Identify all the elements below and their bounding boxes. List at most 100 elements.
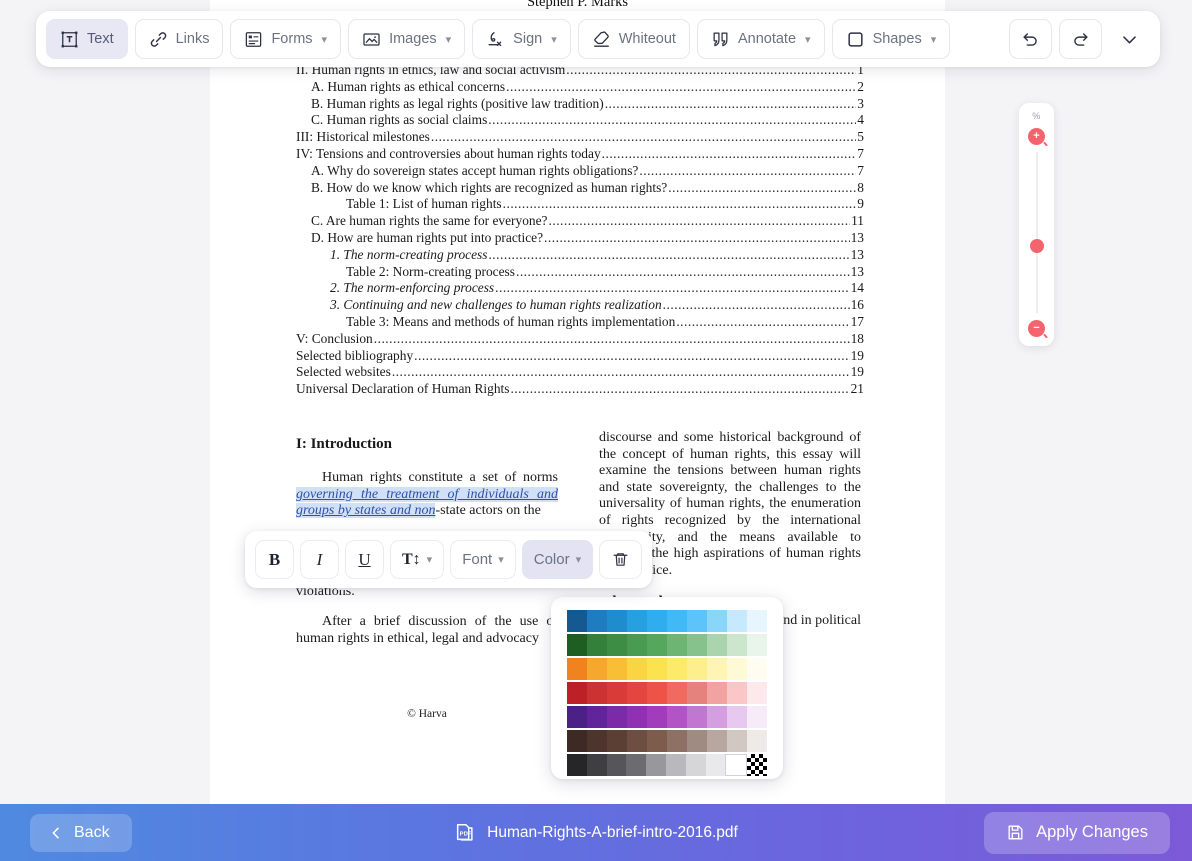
bold-button[interactable]: B — [255, 540, 294, 579]
color-swatch[interactable] — [707, 634, 727, 656]
color-swatch[interactable] — [567, 634, 587, 656]
color-swatch[interactable] — [687, 682, 707, 704]
color-swatch[interactable] — [747, 658, 767, 680]
color-swatch[interactable] — [587, 706, 607, 728]
color-swatch[interactable] — [567, 730, 587, 752]
color-swatch[interactable] — [647, 658, 667, 680]
apply-changes-button[interactable]: Apply Changes — [984, 812, 1170, 854]
color-swatch[interactable] — [627, 706, 647, 728]
color-swatch[interactable] — [646, 754, 666, 776]
delete-button[interactable] — [599, 540, 642, 579]
font-size-button[interactable]: T↕ ▾ — [390, 540, 444, 579]
color-swatch[interactable] — [667, 730, 687, 752]
color-swatch[interactable] — [647, 634, 667, 656]
color-swatch[interactable] — [687, 730, 707, 752]
toc-entry[interactable]: B. How do we know which rights are recog… — [296, 180, 864, 197]
color-swatch[interactable] — [727, 730, 747, 752]
color-swatch[interactable] — [627, 658, 647, 680]
paragraph-with-selection[interactable]: Human rights constitute a set of norms g… — [296, 470, 558, 520]
color-swatch[interactable] — [607, 634, 627, 656]
color-swatch[interactable] — [687, 706, 707, 728]
color-swatch[interactable] — [687, 610, 707, 632]
color-swatch[interactable] — [666, 754, 686, 776]
toc-entry[interactable]: 2. The norm-enforcing process...........… — [296, 280, 864, 297]
toc-entry[interactable]: III: Historical milestones..............… — [296, 129, 864, 146]
color-swatch[interactable] — [667, 706, 687, 728]
color-swatch[interactable] — [567, 682, 587, 704]
paragraph-3[interactable]: After a brief discussion of the use of h… — [296, 614, 558, 647]
color-swatch[interactable] — [626, 754, 646, 776]
color-swatch[interactable] — [747, 682, 767, 704]
color-swatch[interactable] — [587, 634, 607, 656]
color-swatch[interactable] — [647, 706, 667, 728]
color-swatch[interactable] — [707, 658, 727, 680]
color-swatch[interactable] — [667, 682, 687, 704]
color-swatch[interactable] — [587, 682, 607, 704]
toolbar-button-images[interactable]: Images▾ — [348, 19, 465, 59]
zoom-out-icon[interactable]: − — [1028, 320, 1045, 337]
toc-entry[interactable]: IV: Tensions and controversies about hum… — [296, 146, 864, 163]
color-button[interactable]: Color ▾ — [522, 540, 593, 579]
color-swatch[interactable] — [647, 682, 667, 704]
toolbar-button-shapes[interactable]: Shapes▾ — [832, 19, 951, 59]
toolbar-button-links[interactable]: Links — [135, 19, 224, 59]
color-swatch[interactable] — [567, 658, 587, 680]
color-swatch[interactable] — [727, 658, 747, 680]
toc-entry[interactable]: Selected bibliography...................… — [296, 348, 864, 365]
toc-entry[interactable]: C. Are human rights the same for everyon… — [296, 213, 864, 230]
color-swatch[interactable] — [627, 682, 647, 704]
toc-entry[interactable]: B. Human rights as legal rights (positiv… — [296, 96, 864, 113]
italic-button[interactable]: I — [300, 540, 339, 579]
color-swatch[interactable] — [667, 634, 687, 656]
color-swatch[interactable] — [627, 610, 647, 632]
color-swatch[interactable] — [725, 754, 747, 776]
color-swatch[interactable] — [747, 754, 767, 776]
toolbar-button-annotate[interactable]: Annotate▾ — [697, 19, 825, 59]
back-button[interactable]: Back — [30, 814, 132, 852]
toc-entry[interactable]: V: Conclusion...........................… — [296, 331, 864, 348]
color-swatch[interactable] — [647, 610, 667, 632]
redo-button[interactable] — [1059, 19, 1102, 59]
color-swatch[interactable] — [627, 730, 647, 752]
color-swatch[interactable] — [707, 682, 727, 704]
color-swatch[interactable] — [707, 706, 727, 728]
toc-entry[interactable]: Universal Declaration of Human Rights...… — [296, 381, 864, 398]
color-swatch[interactable] — [747, 706, 767, 728]
toc-entry[interactable]: A. Why do sovereign states accept human … — [296, 163, 864, 180]
color-swatch[interactable] — [647, 730, 667, 752]
color-swatch[interactable] — [567, 706, 587, 728]
color-swatch[interactable] — [707, 730, 727, 752]
color-swatch[interactable] — [587, 730, 607, 752]
color-swatch[interactable] — [687, 634, 707, 656]
toc-entry[interactable]: Selected websites.......................… — [296, 364, 864, 381]
color-swatch[interactable] — [587, 610, 607, 632]
zoom-control-panel[interactable]: % + − — [1019, 103, 1054, 346]
toc-entry[interactable]: A. Human rights as ethical concerns.....… — [296, 79, 864, 96]
color-swatch[interactable] — [707, 610, 727, 632]
color-swatch[interactable] — [667, 610, 687, 632]
color-swatch[interactable] — [607, 658, 627, 680]
color-swatch[interactable] — [706, 754, 726, 776]
color-swatch[interactable] — [727, 682, 747, 704]
toolbar-button-whiteout[interactable]: Whiteout — [578, 19, 690, 59]
color-swatch[interactable] — [687, 658, 707, 680]
color-swatch[interactable] — [727, 706, 747, 728]
toolbar-button-sign[interactable]: Sign▾ — [472, 19, 571, 59]
toc-entry[interactable]: Table 1: List of human rights...........… — [296, 196, 864, 213]
color-palette-popup[interactable] — [551, 597, 783, 779]
zoom-slider-handle[interactable] — [1030, 239, 1044, 253]
color-swatch[interactable] — [587, 754, 607, 776]
toc-entry[interactable]: Table 3: Means and methods of human righ… — [296, 314, 864, 331]
color-swatch[interactable] — [607, 730, 627, 752]
toolbar-button-forms[interactable]: Forms▾ — [230, 19, 341, 59]
font-family-button[interactable]: Font ▾ — [450, 540, 516, 579]
toc-entry[interactable]: C. Human rights as social claims........… — [296, 112, 864, 129]
color-swatch[interactable] — [607, 610, 627, 632]
color-swatch[interactable] — [567, 754, 587, 776]
color-swatch[interactable] — [587, 658, 607, 680]
color-swatch[interactable] — [607, 682, 627, 704]
color-swatch[interactable] — [627, 634, 647, 656]
toc-entry[interactable]: 1. The norm-creating process............… — [296, 247, 864, 264]
collapse-toolbar-button[interactable] — [1109, 19, 1150, 59]
color-swatch[interactable] — [727, 610, 747, 632]
